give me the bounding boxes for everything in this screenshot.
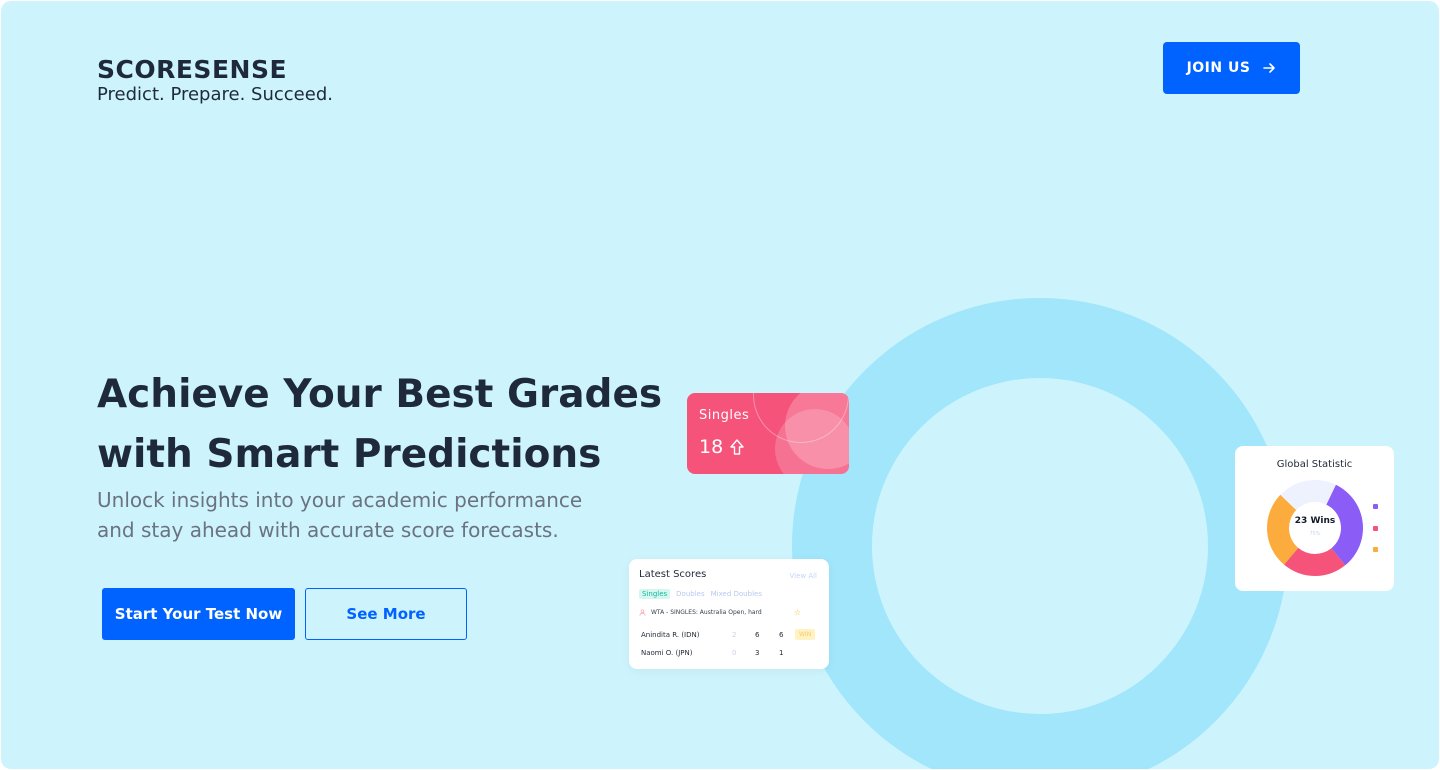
scores-tabs: Singles Doubles Mixed Doubles xyxy=(639,589,762,599)
legend-marker xyxy=(1373,526,1378,531)
singles-label: Singles xyxy=(699,408,750,423)
hero-subtitle-line2: and stay ahead with accurate score forec… xyxy=(97,518,559,542)
score-set: 3 xyxy=(755,649,760,657)
start-test-button[interactable]: Start Your Test Now xyxy=(102,588,295,640)
hero-title-line1: Achieve Your Best Grades xyxy=(97,372,663,417)
player-name: Anindita R. (IDN) xyxy=(641,631,700,639)
score-set: 2 xyxy=(732,631,737,639)
decorative-ring xyxy=(792,298,1288,769)
event-name: WTA - SINGLES: Australia Open, hard xyxy=(651,609,762,616)
stat-center-label: 23 Wins xyxy=(1294,516,1336,526)
table-row: Anindita R. (IDN) 2 6 6 WIN xyxy=(641,629,821,643)
join-us-button[interactable]: JOIN US xyxy=(1163,42,1300,94)
brand-tagline: Predict. Prepare. Succeed. xyxy=(97,84,333,105)
score-set: 1 xyxy=(779,649,784,657)
legend-marker xyxy=(1373,504,1378,509)
tab-doubles[interactable]: Doubles xyxy=(676,589,704,599)
page-frame: SCORESENSE Predict. Prepare. Succeed. JO… xyxy=(1,1,1439,769)
see-more-button[interactable]: See More xyxy=(305,588,467,640)
view-all-link[interactable]: View All xyxy=(789,572,817,580)
tab-mixed-doubles[interactable]: Mixed Doubles xyxy=(711,589,762,599)
user-icon xyxy=(639,609,646,616)
table-row: Naomi O. (JPN) 0 3 1 xyxy=(641,649,821,661)
hero-subtitle-line1: Unlock insights into your academic perfo… xyxy=(97,488,583,512)
hero-subtitle: Unlock insights into your academic perfo… xyxy=(97,485,637,545)
win-badge: WIN xyxy=(795,629,816,640)
hero-title: Achieve Your Best Grades with Smart Pred… xyxy=(97,365,677,485)
donut-chart xyxy=(1267,480,1363,576)
score-set: 6 xyxy=(755,631,760,639)
global-statistic-card: Global Statistic 23 Wins 75% xyxy=(1235,446,1394,591)
hero-title-line2: with Smart Predictions xyxy=(97,432,602,477)
stat-title: Global Statistic xyxy=(1276,459,1353,470)
player-name: Naomi O. (JPN) xyxy=(641,649,693,657)
join-us-label: JOIN US xyxy=(1186,60,1251,76)
tab-singles[interactable]: Singles xyxy=(639,589,671,599)
scores-event: WTA - SINGLES: Australia Open, hard ☆ xyxy=(639,608,819,617)
singles-value-row: 18 xyxy=(699,436,745,458)
arrow-up-icon xyxy=(730,439,744,455)
star-icon[interactable]: ☆ xyxy=(794,608,801,617)
score-set: 6 xyxy=(779,631,784,639)
scores-title: Latest Scores xyxy=(639,569,707,580)
singles-card: Singles 18 xyxy=(687,393,849,474)
latest-scores-card: Latest Scores View All Singles Doubles M… xyxy=(629,559,829,669)
brand: SCORESENSE Predict. Prepare. Succeed. xyxy=(97,55,333,105)
brand-name: SCORESENSE xyxy=(97,55,288,84)
stat-sub-label: 75% xyxy=(1309,531,1321,537)
legend-marker xyxy=(1373,547,1378,552)
arrow-right-icon xyxy=(1263,63,1276,73)
score-set: 0 xyxy=(732,649,737,657)
singles-value: 18 xyxy=(699,436,724,458)
